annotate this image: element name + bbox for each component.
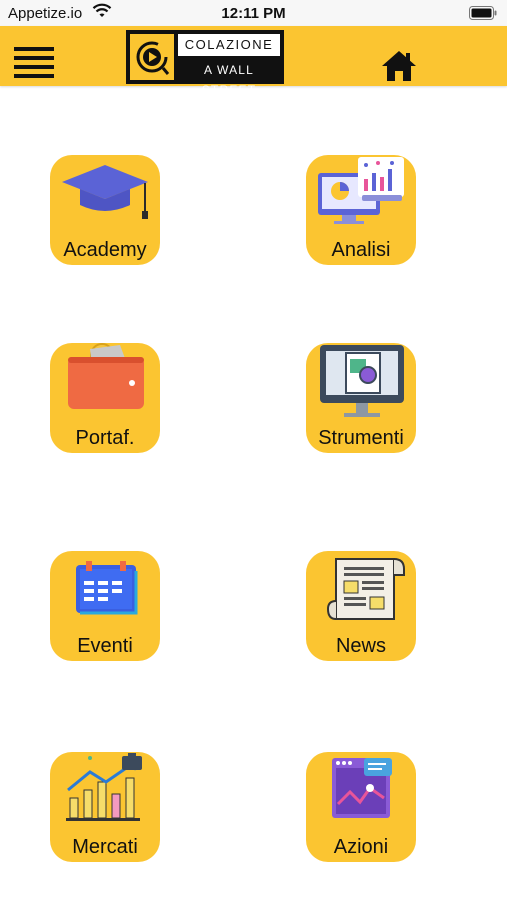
battery-icon: [469, 6, 497, 20]
tile-label: Strumenti: [318, 427, 404, 449]
tile-portafoglio[interactable]: Portaf.: [50, 343, 160, 453]
home-icon: [382, 51, 416, 81]
status-bar: Appetize.io 12:11 PM: [0, 0, 507, 26]
brand-logo: COLAZIONE A WALL STREET: [126, 30, 284, 97]
tile-label: Portaf.: [75, 427, 135, 449]
home-button[interactable]: [380, 48, 418, 84]
tile-strumenti[interactable]: Strumenti: [306, 343, 416, 453]
tile-analisi[interactable]: Analisi: [306, 155, 416, 265]
tile-mercati[interactable]: Mercati: [50, 752, 160, 862]
tile-label: Eventi: [77, 635, 133, 657]
tile-news[interactable]: News: [306, 551, 416, 661]
tile-label: Azioni: [333, 836, 389, 858]
logo-bottom-text: A WALL STREET: [201, 63, 257, 97]
tile-eventi[interactable]: Eventi: [50, 551, 160, 661]
logo-top-text: COLAZIONE: [178, 34, 280, 56]
tile-label: News: [335, 635, 386, 657]
tile-label: Analisi: [331, 239, 391, 261]
clock-label: 12:11 PM: [221, 5, 286, 22]
app-header: COLAZIONE A WALL STREET: [0, 26, 507, 97]
hamburger-menu-icon: [14, 47, 54, 78]
tile-azioni[interactable]: Azioni: [306, 752, 416, 862]
tile-academy[interactable]: Academy: [50, 155, 160, 265]
tile-label: Academy: [63, 239, 147, 261]
tile-label: Mercati: [72, 836, 138, 858]
play-logo-icon: [130, 34, 174, 80]
menu-button[interactable]: [14, 47, 54, 83]
